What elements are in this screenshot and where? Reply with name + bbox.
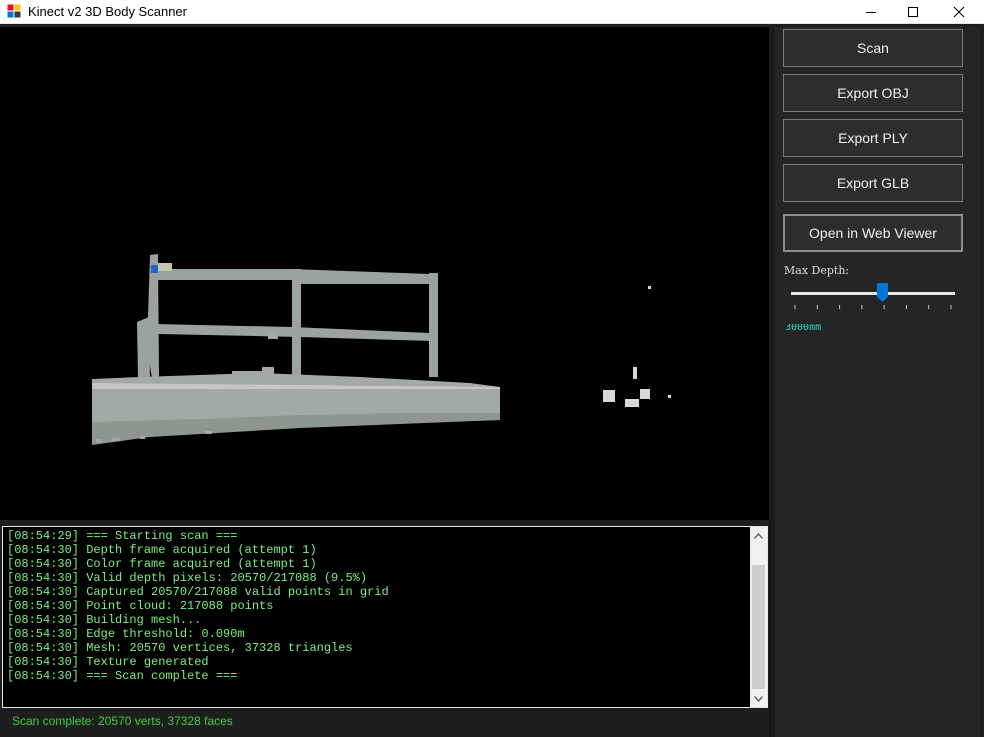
log-line: [08:54:30] Color frame acquired (attempt… bbox=[7, 557, 317, 571]
scroll-thumb[interactable] bbox=[752, 565, 765, 689]
log-lines: [08:54:29] === Starting scan === [08:54:… bbox=[7, 529, 749, 705]
log-line: [08:54:30] === Scan complete === bbox=[7, 669, 238, 683]
close-icon bbox=[953, 6, 965, 18]
max-depth-slider[interactable] bbox=[789, 282, 957, 312]
depth-point-cloud-preview bbox=[92, 254, 671, 445]
log-line: [08:54:30] Depth frame acquired (attempt… bbox=[7, 543, 317, 557]
maximize-button[interactable] bbox=[890, 0, 936, 24]
maximize-icon bbox=[908, 7, 918, 17]
log-line: [08:54:30] Valid depth pixels: 20570/217… bbox=[7, 571, 368, 585]
slider-ticks bbox=[794, 305, 952, 309]
status-label: Scan complete: 20570 verts, 37328 faces bbox=[12, 714, 233, 728]
control-panel: Scan Export OBJ Export PLY Export GLB Op… bbox=[775, 27, 980, 737]
export-ply-button[interactable]: Export PLY bbox=[783, 119, 963, 157]
scroll-down-button[interactable] bbox=[750, 690, 767, 707]
slider-track bbox=[791, 292, 955, 295]
chevron-up-icon bbox=[754, 532, 763, 539]
title-bar[interactable]: Kinect v2 3D Body Scanner bbox=[0, 0, 984, 24]
export-obj-button[interactable]: Export OBJ bbox=[783, 74, 963, 112]
close-button[interactable] bbox=[936, 0, 982, 24]
log-line: [08:54:30] Mesh: 20570 vertices, 37328 t… bbox=[7, 641, 353, 655]
max-depth-value: 3000mm bbox=[785, 324, 822, 331]
chevron-down-icon bbox=[754, 695, 763, 702]
log-scrollbar[interactable] bbox=[750, 527, 767, 707]
log-line: [08:54:30] Edge threshold: 0.090m bbox=[7, 627, 245, 641]
log-line: [08:54:30] Texture generated bbox=[7, 655, 209, 669]
window-title: Kinect v2 3D Body Scanner bbox=[28, 4, 187, 19]
log-line: [08:54:30] Building mesh... bbox=[7, 613, 202, 627]
scan-log[interactable]: [08:54:29] === Starting scan === [08:54:… bbox=[2, 526, 768, 708]
open-web-viewer-button[interactable]: Open in Web Viewer bbox=[783, 214, 963, 252]
log-line: [08:54:29] === Starting scan === bbox=[7, 529, 238, 543]
scan-button[interactable]: Scan bbox=[783, 29, 963, 67]
winforms-app-icon bbox=[7, 4, 21, 18]
export-glb-button[interactable]: Export GLB bbox=[783, 164, 963, 202]
slider-thumb[interactable] bbox=[877, 283, 889, 303]
depth-preview-viewport[interactable] bbox=[0, 27, 769, 520]
minimize-icon bbox=[866, 12, 876, 13]
minimize-button[interactable] bbox=[848, 0, 894, 24]
max-depth-label: Max Depth: bbox=[784, 264, 850, 277]
scroll-up-button[interactable] bbox=[750, 527, 767, 544]
log-line: [08:54:30] Point cloud: 217088 points bbox=[7, 599, 274, 613]
log-line: [08:54:30] Captured 20570/217088 valid p… bbox=[7, 585, 389, 599]
